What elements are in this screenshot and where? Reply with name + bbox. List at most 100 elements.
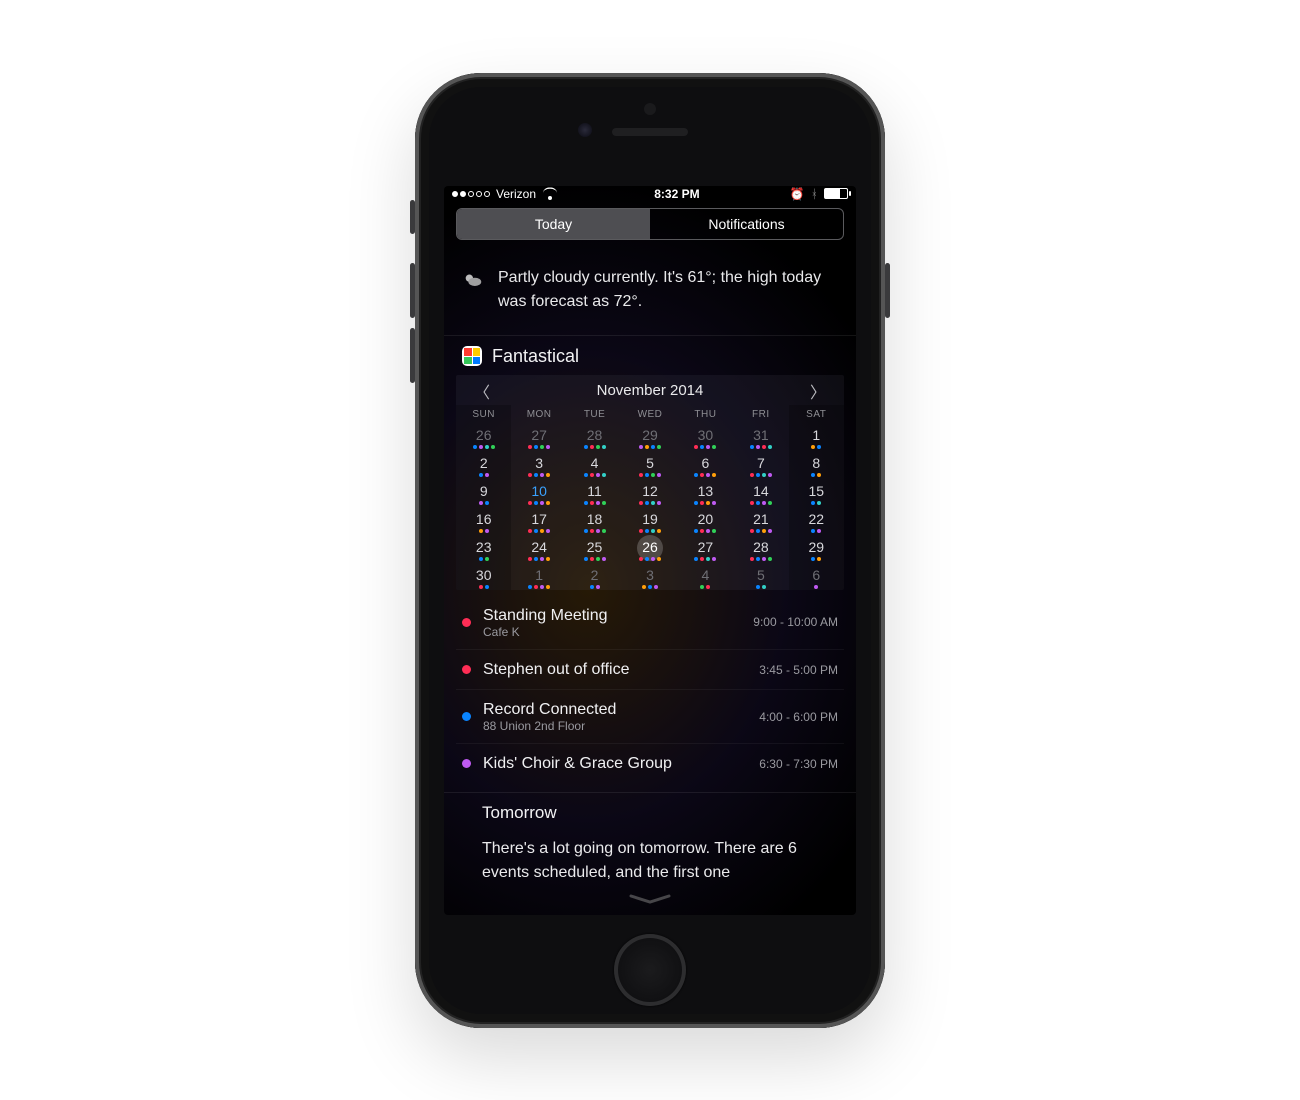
event-title: Stephen out of office <box>483 660 751 679</box>
tomorrow-section: Tomorrow There's a lot going on tomorrow… <box>444 792 856 885</box>
calendar-day[interactable]: 26 <box>456 422 511 450</box>
event-row[interactable]: Kids' Choir & Grace Group 6:30 - 7:30 PM <box>456 744 844 783</box>
alarm-icon: ⏰ <box>790 187 805 201</box>
dow-label: SAT <box>789 405 844 422</box>
calendar-day[interactable]: 16 <box>456 506 511 534</box>
prev-month-button[interactable]: 〈 <box>470 379 494 403</box>
calendar-day[interactable]: 20 <box>678 506 733 534</box>
signal-icon <box>452 191 490 197</box>
event-title: Standing Meeting <box>483 606 745 625</box>
calendar-day[interactable]: 4 <box>567 450 622 478</box>
event-title: Kids' Choir & Grace Group <box>483 754 751 773</box>
calendar-day[interactable]: 6 <box>789 562 844 590</box>
dow-label: FRI <box>733 405 788 422</box>
volume-down[interactable] <box>410 328 415 383</box>
dow-label: TUE <box>567 405 622 422</box>
calendar-day[interactable]: 28 <box>733 534 788 562</box>
event-row[interactable]: Standing MeetingCafe K 9:00 - 10:00 AM <box>456 596 844 650</box>
calendar-day[interactable]: 3 <box>622 562 677 590</box>
event-time: 6:30 - 7:30 PM <box>759 757 838 771</box>
calendar-day[interactable]: 13 <box>678 478 733 506</box>
power-button[interactable] <box>885 263 890 318</box>
event-color-dot <box>462 759 471 768</box>
calendar-day[interactable]: 25 <box>567 534 622 562</box>
calendar-day[interactable]: 11 <box>567 478 622 506</box>
calendar-day[interactable]: 7 <box>733 450 788 478</box>
event-time: 3:45 - 5:00 PM <box>759 663 838 677</box>
mute-switch[interactable] <box>410 200 415 234</box>
fantastical-widget: Fantastical 〈 November 2014 〉 SUNMONTUEW… <box>444 336 856 788</box>
event-row[interactable]: Stephen out of office 3:45 - 5:00 PM <box>456 650 844 690</box>
event-color-dot <box>462 618 471 627</box>
calendar-day[interactable]: 10 <box>511 478 566 506</box>
calendar-day[interactable]: 21 <box>733 506 788 534</box>
dow-label: THU <box>678 405 733 422</box>
bluetooth-icon: ᚼ <box>811 187 818 201</box>
calendar-day[interactable]: 1 <box>511 562 566 590</box>
calendar-day[interactable]: 12 <box>622 478 677 506</box>
calendar-day[interactable]: 6 <box>678 450 733 478</box>
next-month-button[interactable]: 〉 <box>806 379 830 403</box>
weather-text: Partly cloudy currently. It's 61°; the h… <box>498 266 838 312</box>
tomorrow-heading: Tomorrow <box>462 803 838 823</box>
calendar-day[interactable]: 17 <box>511 506 566 534</box>
calendar-day[interactable]: 15 <box>789 478 844 506</box>
tomorrow-text: There's a lot going on tomorrow. There a… <box>462 837 838 885</box>
phone-frame: Verizon 8:32 PM ⏰ ᚼ Today Notifications … <box>415 73 885 1028</box>
dow-label: WED <box>622 405 677 422</box>
calendar-day[interactable]: 27 <box>511 422 566 450</box>
calendar-day[interactable]: 1 <box>789 422 844 450</box>
status-bar: Verizon 8:32 PM ⏰ ᚼ <box>444 186 856 203</box>
calendar-day[interactable]: 22 <box>789 506 844 534</box>
calendar-day[interactable]: 29 <box>622 422 677 450</box>
carrier-label: Verizon <box>496 187 536 201</box>
calendar-day[interactable]: 19 <box>622 506 677 534</box>
widget-title: Fantastical <box>492 346 579 367</box>
wifi-icon <box>542 188 558 200</box>
home-button[interactable] <box>614 934 686 1006</box>
earpiece-speaker <box>612 128 688 136</box>
calendar-day[interactable]: 30 <box>456 562 511 590</box>
calendar-day[interactable]: 2 <box>567 562 622 590</box>
volume-up[interactable] <box>410 263 415 318</box>
proximity-sensor <box>644 103 656 115</box>
calendar-day[interactable]: 18 <box>567 506 622 534</box>
event-location: 88 Union 2nd Floor <box>483 719 751 733</box>
tab-notifications[interactable]: Notifications <box>650 209 843 239</box>
event-color-dot <box>462 665 471 674</box>
calendar-day[interactable]: 27 <box>678 534 733 562</box>
screen: Verizon 8:32 PM ⏰ ᚼ Today Notifications … <box>444 186 856 915</box>
calendar-day[interactable]: 8 <box>789 450 844 478</box>
calendar-day[interactable]: 26 <box>622 534 677 562</box>
weather-summary: Partly cloudy currently. It's 61°; the h… <box>444 250 856 335</box>
event-color-dot <box>462 712 471 721</box>
clock-label: 8:32 PM <box>564 187 790 201</box>
calendar-day[interactable]: 29 <box>789 534 844 562</box>
calendar-day[interactable]: 3 <box>511 450 566 478</box>
calendar-day[interactable]: 4 <box>678 562 733 590</box>
calendar-day[interactable]: 9 <box>456 478 511 506</box>
fantastical-app-icon <box>462 346 482 366</box>
battery-icon <box>824 188 848 199</box>
calendar-day[interactable]: 30 <box>678 422 733 450</box>
dow-label: MON <box>511 405 566 422</box>
event-title: Record Connected <box>483 700 751 719</box>
event-time: 4:00 - 6:00 PM <box>759 710 838 724</box>
calendar-day[interactable]: 5 <box>622 450 677 478</box>
partly-cloudy-icon <box>462 269 484 312</box>
calendar-day[interactable]: 5 <box>733 562 788 590</box>
tab-today[interactable]: Today <box>457 209 650 239</box>
calendar-day[interactable]: 2 <box>456 450 511 478</box>
front-camera <box>578 123 592 137</box>
calendar-day[interactable]: 23 <box>456 534 511 562</box>
calendar-day[interactable]: 28 <box>567 422 622 450</box>
calendar-day[interactable]: 14 <box>733 478 788 506</box>
grabber-icon[interactable] <box>444 885 856 915</box>
event-location: Cafe K <box>483 625 745 639</box>
calendar-day[interactable]: 31 <box>733 422 788 450</box>
calendar: 〈 November 2014 〉 SUNMONTUEWEDTHUFRISAT … <box>456 375 844 590</box>
event-time: 9:00 - 10:00 AM <box>753 615 838 629</box>
event-row[interactable]: Record Connected88 Union 2nd Floor 4:00 -… <box>456 690 844 744</box>
view-segmented: Today Notifications <box>456 208 844 240</box>
calendar-day[interactable]: 24 <box>511 534 566 562</box>
